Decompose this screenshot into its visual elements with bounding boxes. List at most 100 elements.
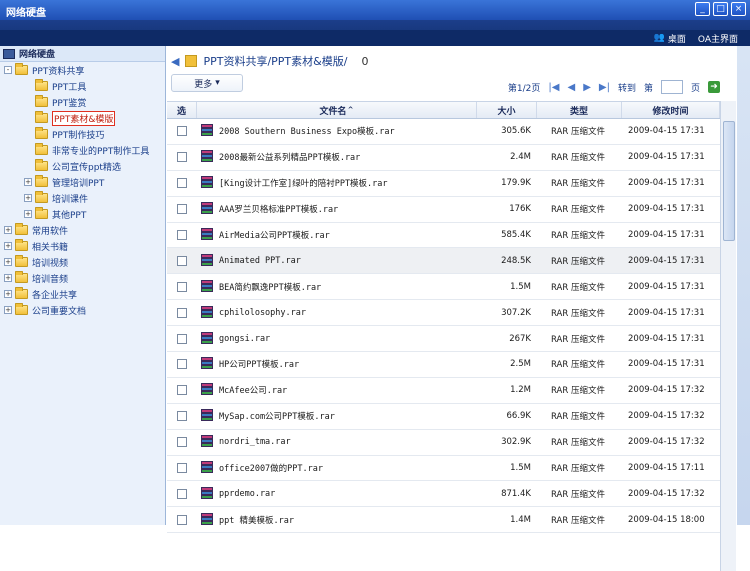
expand-icon[interactable]: +: [4, 274, 12, 282]
table-row[interactable]: ppt 精美模板.rar 1.4M RAR 压缩文件 2009-04-15 18:00: [167, 507, 720, 534]
tree-item[interactable]: - PPT资料共享: [0, 62, 165, 78]
filename-cell[interactable]: [King设计工作室]绿叶的陪衬PPT模板.rar: [197, 171, 477, 196]
filename[interactable]: MySap.com公司PPT模板.rar: [219, 410, 335, 422]
row-checkbox[interactable]: [177, 204, 187, 215]
close-button[interactable]: ×: [731, 2, 746, 16]
tree-item[interactable]: PPT素材&模版: [0, 110, 165, 126]
back-icon[interactable]: ◀: [171, 55, 179, 68]
tree-item[interactable]: + 培训视频: [0, 254, 165, 270]
filename[interactable]: gongsi.rar: [219, 334, 270, 344]
filename-cell[interactable]: HP公司PPT模板.rar: [197, 352, 477, 377]
tree-item[interactable]: PPT工具: [0, 78, 165, 94]
row-checkbox[interactable]: [177, 437, 187, 448]
tree-item[interactable]: + 培训课件: [0, 190, 165, 206]
folder-up-icon[interactable]: [185, 55, 198, 67]
table-row[interactable]: [King设计工作室]绿叶的陪衬PPT模板.rar 179.9K RAR 压缩文件 2…: [167, 171, 720, 197]
expand-icon[interactable]: +: [4, 306, 12, 314]
tree-item[interactable]: PPT鉴赏: [0, 94, 165, 110]
filename-cell[interactable]: ppt 精美模板.rar: [197, 507, 477, 532]
desktop-link[interactable]: 👥 桌面: [654, 32, 686, 45]
filename[interactable]: pprdemo.rar: [219, 489, 275, 499]
collapse-icon[interactable]: -: [4, 66, 12, 74]
row-checkbox[interactable]: [177, 463, 187, 474]
filename-cell[interactable]: McAfee公司.rar: [197, 378, 477, 403]
filename-cell[interactable]: MySap.com公司PPT模板.rar: [197, 404, 477, 429]
row-checkbox[interactable]: [177, 307, 187, 318]
row-checkbox[interactable]: [177, 411, 187, 422]
breadcrumb-path[interactable]: PPT资料共享/PPT素材&模版/: [203, 53, 347, 69]
tree-item[interactable]: + 常用软件: [0, 222, 165, 238]
tree-item[interactable]: + 培训音频: [0, 270, 165, 286]
filename[interactable]: [King设计工作室]绿叶的陪衬PPT模板.rar: [219, 177, 388, 189]
table-row[interactable]: BEA简约飘逸PPT模板.rar 1.5M RAR 压缩文件 2009-04-15 1…: [167, 274, 720, 301]
table-row[interactable]: gongsi.rar 267K RAR 压缩文件 2009-04-15 17:31: [167, 326, 720, 353]
tree-root[interactable]: 网络硬盘: [0, 46, 165, 62]
go-button[interactable]: ➜: [708, 81, 720, 93]
tree-item[interactable]: 非常专业的PPT制作工具: [0, 142, 165, 158]
filename[interactable]: AirMedia公司PPT模板.rar: [219, 229, 330, 241]
table-row[interactable]: AirMedia公司PPT模板.rar 585.4K RAR 压缩文件 2009-04…: [167, 223, 720, 249]
table-row[interactable]: nordri_tma.rar 302.9K RAR 压缩文件 2009-04-15 1…: [167, 430, 720, 456]
row-checkbox[interactable]: [177, 281, 187, 292]
expand-icon[interactable]: +: [4, 290, 12, 298]
expand-icon[interactable]: +: [24, 210, 32, 218]
table-row[interactable]: McAfee公司.rar 1.2M RAR 压缩文件 2009-04-15 17:32: [167, 378, 720, 404]
scroll-thumb[interactable]: [723, 121, 735, 241]
page-input[interactable]: [660, 80, 683, 94]
expand-icon[interactable]: +: [24, 194, 32, 202]
row-checkbox[interactable]: [177, 359, 187, 370]
col-type[interactable]: 类型: [537, 102, 622, 118]
filename[interactable]: AAA罗兰贝格标准PPT模板.rar: [219, 203, 338, 215]
row-checkbox[interactable]: [177, 333, 187, 344]
filename-cell[interactable]: AAA罗兰贝格标准PPT模板.rar: [197, 197, 477, 222]
tree-item[interactable]: PPT制作技巧: [0, 126, 165, 142]
filename-cell[interactable]: 2008 Southern Business Expo模板.rar: [197, 119, 477, 144]
row-checkbox[interactable]: [177, 514, 187, 525]
table-row[interactable]: 2008最新公益系列精品PPT模板.rar 2.4M RAR 压缩文件 2009-04…: [167, 145, 720, 171]
filename-cell[interactable]: cphilolosophy.rar: [197, 300, 477, 325]
tree-item[interactable]: + 公司重要文档: [0, 302, 165, 318]
more-button[interactable]: 更多 ▾: [171, 74, 243, 92]
prev-page-icon[interactable]: ◀: [567, 82, 575, 93]
table-row[interactable]: HP公司PPT模板.rar 2.5M RAR 压缩文件 2009-04-15 17:3…: [167, 352, 720, 378]
filename-cell[interactable]: pprdemo.rar: [197, 481, 477, 506]
row-checkbox[interactable]: [177, 255, 187, 266]
next-page-icon[interactable]: ▶: [583, 82, 591, 93]
row-checkbox[interactable]: [177, 126, 187, 137]
filename[interactable]: 2008最新公益系列精品PPT模板.rar: [219, 151, 360, 163]
expand-icon[interactable]: +: [4, 226, 12, 234]
filename-cell[interactable]: Animated PPT.rar: [197, 248, 477, 273]
row-checkbox[interactable]: [177, 152, 187, 163]
col-mtime[interactable]: 修改时间: [622, 102, 720, 118]
table-row[interactable]: cphilolosophy.rar 307.2K RAR 压缩文件 2009-04-1…: [167, 300, 720, 327]
filename[interactable]: BEA简约飘逸PPT模板.rar: [219, 281, 321, 293]
tree-item[interactable]: + 各企业共享: [0, 286, 165, 302]
filename-cell[interactable]: AirMedia公司PPT模板.rar: [197, 223, 477, 248]
oa-home-link[interactable]: OA主界面: [698, 32, 738, 45]
minimize-button[interactable]: _: [695, 2, 710, 16]
expand-icon[interactable]: +: [24, 178, 32, 186]
table-row[interactable]: MySap.com公司PPT模板.rar 66.9K RAR 压缩文件 2009-04…: [167, 404, 720, 430]
col-size[interactable]: 大小: [477, 102, 537, 118]
row-checkbox[interactable]: [177, 488, 187, 499]
tree-item[interactable]: 公司宣传ppt精选: [0, 158, 165, 174]
tree-item[interactable]: + 相关书籍: [0, 238, 165, 254]
filename[interactable]: ppt 精美模板.rar: [219, 514, 294, 526]
filename-cell[interactable]: BEA简约飘逸PPT模板.rar: [197, 274, 477, 299]
maximize-button[interactable]: □: [713, 2, 728, 16]
filename[interactable]: Animated PPT.rar: [219, 256, 301, 266]
col-select[interactable]: 选: [167, 102, 197, 118]
filename[interactable]: nordri_tma.rar: [219, 437, 291, 447]
first-page-icon[interactable]: |◀: [548, 82, 559, 93]
row-checkbox[interactable]: [177, 385, 187, 396]
filename-cell[interactable]: 2008最新公益系列精品PPT模板.rar: [197, 145, 477, 170]
filename[interactable]: office2007做的PPT.rar: [219, 462, 323, 474]
table-row[interactable]: office2007做的PPT.rar 1.5M RAR 压缩文件 2009-04-1…: [167, 456, 720, 482]
filename[interactable]: 2008 Southern Business Expo模板.rar: [219, 125, 395, 137]
tree-item[interactable]: + 管理培训PPT: [0, 174, 165, 190]
filename-cell[interactable]: gongsi.rar: [197, 326, 477, 351]
table-row[interactable]: pprdemo.rar 871.4K RAR 压缩文件 2009-04-15 17:3…: [167, 481, 720, 508]
table-row[interactable]: AAA罗兰贝格标准PPT模板.rar 176K RAR 压缩文件 2009-04-15…: [167, 197, 720, 223]
expand-icon[interactable]: +: [4, 258, 12, 266]
filename-cell[interactable]: office2007做的PPT.rar: [197, 456, 477, 481]
